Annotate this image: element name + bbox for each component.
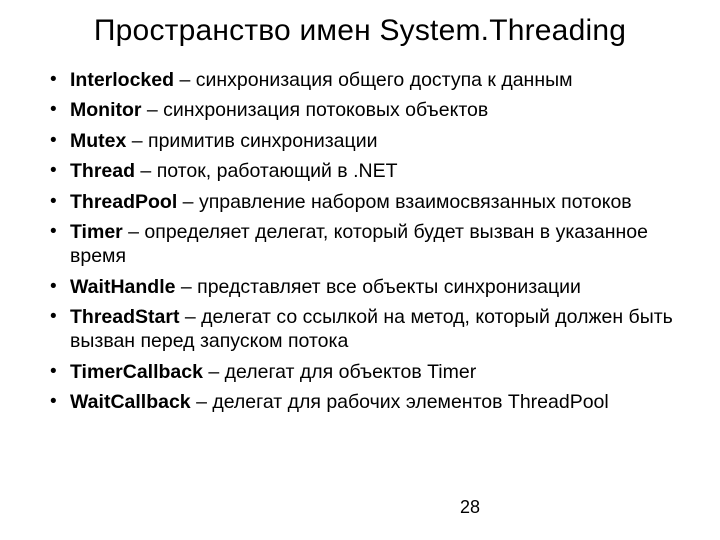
list-item: Interlocked – синхронизация общего досту…	[56, 68, 684, 92]
term: WaitCallback	[70, 391, 191, 413]
term: ThreadPool	[70, 191, 177, 213]
desc: – поток, работающий в .NET	[135, 160, 397, 182]
desc: – определяет делегат, который будет вызв…	[70, 221, 648, 267]
desc: – синхронизация потоковых объектов	[141, 99, 488, 121]
list-item: Monitor – синхронизация потоковых объект…	[56, 98, 684, 122]
desc: – управление набором взаимосвязанных пот…	[177, 191, 631, 213]
list-item: TimerCallback – делегат для объектов Tim…	[56, 360, 684, 384]
term: Thread	[70, 160, 135, 182]
term: ThreadStart	[70, 306, 179, 328]
list-item: WaitCallback – делегат для рабочих элеме…	[56, 390, 684, 414]
list-item: Timer – определяет делегат, который буде…	[56, 220, 684, 269]
desc: – делегат для объектов Timer	[203, 361, 476, 383]
list-item: Mutex – примитив синхронизации	[56, 129, 684, 153]
desc: – представляет все объекты синхронизации	[175, 276, 581, 298]
term: Mutex	[70, 130, 126, 152]
list-item: ThreadStart – делегат со ссылкой на мето…	[56, 305, 684, 354]
desc: – примитив синхронизации	[126, 130, 377, 152]
list-item: ThreadPool – управление набором взаимосв…	[56, 190, 684, 214]
term: Monitor	[70, 99, 141, 121]
bullet-list: Interlocked – синхронизация общего досту…	[36, 68, 684, 415]
list-item: WaitHandle – представляет все объекты си…	[56, 275, 684, 299]
page-title: Пространство имен System.Threading	[36, 14, 684, 48]
desc: – синхронизация общего доступа к данным	[174, 69, 572, 91]
term: Interlocked	[70, 69, 174, 91]
list-item: Thread – поток, работающий в .NET	[56, 159, 684, 183]
term: WaitHandle	[70, 276, 175, 298]
term: TimerCallback	[70, 361, 203, 383]
page-number: 28	[460, 497, 480, 518]
desc: – делегат для рабочих элементов ThreadPo…	[191, 391, 609, 413]
term: Timer	[70, 221, 123, 243]
